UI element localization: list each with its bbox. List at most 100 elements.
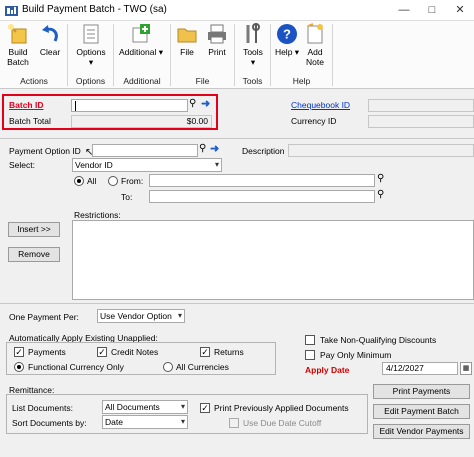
batch-total-value: $0.00 xyxy=(186,116,208,126)
returns-checkbox[interactable]: ✓ xyxy=(200,347,210,357)
group-label-additional: Additional xyxy=(123,76,161,86)
file-button[interactable]: File xyxy=(176,23,198,67)
one-payment-per-label: One Payment Per: xyxy=(9,312,79,322)
group-label-file: File xyxy=(195,76,210,86)
lookup-icon[interactable]: ⚲ xyxy=(199,143,206,154)
batch-id-input[interactable] xyxy=(71,99,188,112)
all-currencies-radio[interactable] xyxy=(163,362,173,372)
batch-id-label[interactable]: Batch ID xyxy=(9,100,43,110)
chevron-down-icon: ▾ xyxy=(177,311,182,320)
additional-dropdown-icon: ▾ xyxy=(156,47,163,57)
from-input[interactable] xyxy=(149,174,375,187)
minimize-button[interactable]: — xyxy=(390,0,418,21)
print-payments-button[interactable]: Print Payments xyxy=(373,384,470,399)
chequebook-id-field xyxy=(368,99,474,112)
print-previous-checkbox[interactable]: ✓ xyxy=(200,403,210,413)
options-button[interactable]: Options ▾ xyxy=(74,23,108,67)
close-button[interactable]: ✕ xyxy=(446,0,474,21)
clear-button[interactable]: Clear xyxy=(36,23,64,67)
select-label: Select: xyxy=(9,160,35,170)
additional-label: Additional xyxy=(119,47,157,57)
select-all-radio[interactable] xyxy=(74,176,84,186)
lookup-icon[interactable]: ⚲ xyxy=(377,189,384,200)
to-label: To: xyxy=(121,192,133,202)
chequebook-id-label[interactable]: Chequebook ID xyxy=(291,100,350,110)
text-cursor xyxy=(75,101,76,111)
lookup-icon[interactable]: ⚲ xyxy=(377,173,384,184)
credit-notes-checkbox[interactable]: ✓ xyxy=(97,347,107,357)
list-documents-dropdown[interactable]: All Documents ▾ xyxy=(102,400,188,414)
file-label: File xyxy=(180,47,194,57)
select-dropdown[interactable]: Vendor ID ▾ xyxy=(72,158,222,172)
payments-label: Payments xyxy=(28,347,66,357)
build-batch-button[interactable]: Build Batch xyxy=(4,23,32,67)
edit-vendor-payments-button[interactable]: Edit Vendor Payments xyxy=(373,424,470,439)
pay-only-minimum-label: Pay Only Minimum xyxy=(320,350,392,360)
to-input[interactable] xyxy=(149,190,375,203)
maximize-button[interactable]: □ xyxy=(418,0,446,21)
restrictions-list[interactable] xyxy=(72,220,474,300)
additional-button[interactable]: Additional ▾ xyxy=(118,23,164,67)
edit-payment-batch-button[interactable]: Edit Payment Batch xyxy=(373,404,470,419)
non-qualifying-checkbox[interactable] xyxy=(305,335,315,345)
currency-id-field xyxy=(368,115,474,128)
select-value: Vendor ID xyxy=(75,160,113,170)
arrow-right-icon[interactable]: ➜ xyxy=(210,142,219,155)
functional-currency-radio[interactable] xyxy=(14,362,24,372)
non-qualifying-label: Take Non-Qualifying Discounts xyxy=(320,335,437,345)
printer-icon xyxy=(208,24,226,44)
undo-icon xyxy=(42,25,58,42)
divider xyxy=(0,138,474,139)
sort-documents-value: Date xyxy=(105,417,123,427)
ribbon-separator xyxy=(332,24,333,86)
add-window-icon xyxy=(132,24,150,43)
note-icon xyxy=(307,23,323,44)
description-field xyxy=(288,144,474,157)
help-button[interactable]: ? Help ▾ xyxy=(274,23,300,67)
chevron-down-icon: ▾ xyxy=(180,417,185,426)
clear-label: Clear xyxy=(39,47,61,57)
sort-documents-dropdown[interactable]: Date ▾ xyxy=(102,415,188,429)
currency-id-label: Currency ID xyxy=(291,116,337,126)
chevron-down-icon: ▾ xyxy=(214,160,219,169)
use-due-date-checkbox[interactable] xyxy=(229,418,239,428)
remove-button[interactable]: Remove xyxy=(8,247,60,262)
description-label: Description xyxy=(242,146,285,156)
all-currencies-label: All Currencies xyxy=(176,362,229,372)
help-label: Help xyxy=(274,47,293,57)
apply-date-label: Apply Date xyxy=(305,365,350,375)
build-icon xyxy=(8,24,27,44)
tools-button[interactable]: Tools ▾ xyxy=(240,23,266,67)
add-note-button[interactable]: Add Note xyxy=(302,23,328,67)
use-due-date-label: Use Due Date Cutoff xyxy=(243,418,322,428)
pay-only-minimum-checkbox[interactable] xyxy=(305,350,315,360)
apply-date-input[interactable]: 4/12/2027 xyxy=(382,362,458,375)
add-note-label: Add Note xyxy=(306,47,324,67)
edit-payment-batch-label: Edit Payment Batch xyxy=(384,406,459,416)
tools-icon xyxy=(246,23,260,43)
options-label: Options xyxy=(76,47,106,57)
calendar-icon[interactable]: ▦ xyxy=(460,362,472,375)
one-payment-per-dropdown[interactable]: Use Vendor Option ▾ xyxy=(97,309,185,323)
payments-checkbox[interactable]: ✓ xyxy=(14,347,24,357)
list-documents-label: List Documents: xyxy=(12,403,73,413)
arrow-right-icon[interactable]: ➜ xyxy=(201,97,213,110)
sort-documents-label: Sort Documents by: xyxy=(12,418,87,428)
list-documents-value: All Documents xyxy=(105,402,160,412)
print-button[interactable]: Print xyxy=(204,23,230,67)
returns-label: Returns xyxy=(214,347,244,357)
tools-label: Tools xyxy=(243,47,263,57)
group-label-options: Options xyxy=(75,76,106,86)
print-payments-label: Print Payments xyxy=(392,386,451,396)
divider xyxy=(0,303,474,304)
svg-text:?: ? xyxy=(283,27,291,42)
help-icon: ? xyxy=(277,24,297,44)
select-from-radio[interactable] xyxy=(108,176,118,186)
remove-label: Remove xyxy=(18,249,50,259)
lookup-icon[interactable]: ⚲ xyxy=(189,98,201,111)
insert-button[interactable]: Insert >> xyxy=(8,222,60,237)
payment-option-input[interactable] xyxy=(92,144,198,157)
group-label-help: Help xyxy=(292,76,311,86)
from-label: From: xyxy=(121,176,144,186)
select-all-label: All xyxy=(87,176,97,186)
